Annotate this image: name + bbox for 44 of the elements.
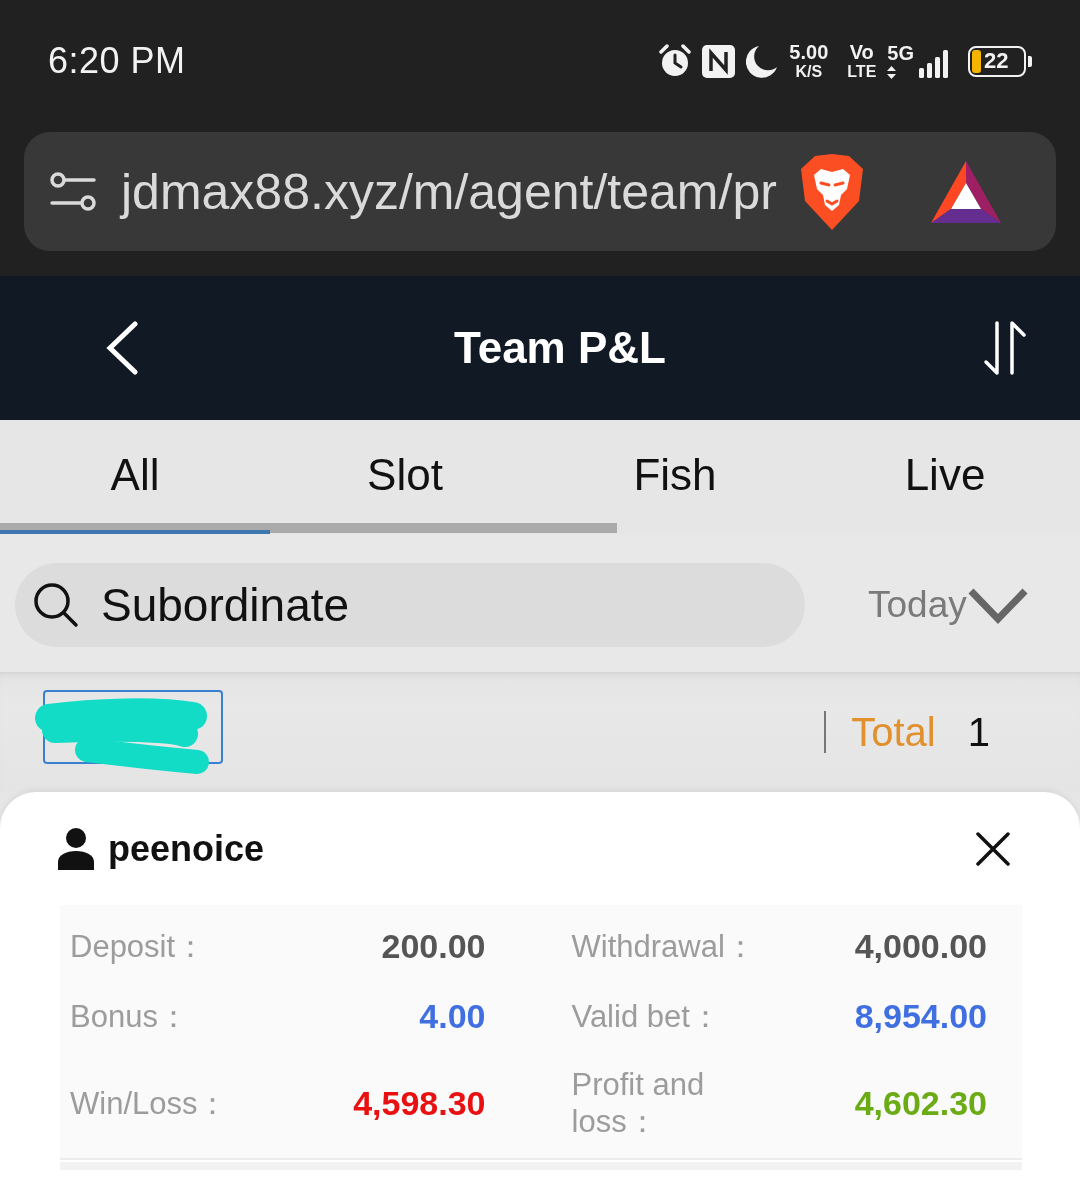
stat-label: Profit and loss： bbox=[571, 1066, 706, 1140]
battery-percent: 22 bbox=[984, 50, 1009, 72]
stat-value: 4,598.30 bbox=[353, 1083, 486, 1123]
settings-sliders-icon[interactable] bbox=[50, 170, 96, 213]
date-dropdown[interactable]: Today bbox=[868, 584, 1029, 626]
battery-fill bbox=[972, 49, 981, 73]
close-icon[interactable] bbox=[976, 832, 1010, 866]
stat-label: Deposit： bbox=[70, 927, 207, 965]
stat-value: 4,602.30 bbox=[854, 1083, 987, 1123]
page-title: Team P&L bbox=[454, 323, 666, 373]
tab[interactable]: Fish bbox=[540, 420, 810, 534]
stat-label: Win/Loss： bbox=[70, 1084, 229, 1122]
stat-label: Valid bet： bbox=[571, 997, 721, 1035]
search-field[interactable]: Subordinate bbox=[15, 563, 805, 647]
stat-label: Withdrawal： bbox=[571, 927, 756, 965]
search-input[interactable]: Subordinate bbox=[101, 577, 805, 633]
sort-icon[interactable] bbox=[982, 320, 1028, 376]
outlined-button[interactable] bbox=[43, 690, 223, 764]
status-time: 6:20 PM bbox=[48, 40, 186, 82]
network-type: 5G bbox=[887, 43, 914, 63]
stat-value: 8,954.00 bbox=[854, 996, 987, 1036]
stat-value: 4,000.00 bbox=[854, 926, 987, 966]
nfc-icon bbox=[702, 44, 736, 78]
lion-shield-icon[interactable] bbox=[799, 152, 865, 231]
triangle-icon[interactable] bbox=[931, 160, 1001, 223]
total-count: 1 bbox=[967, 709, 990, 755]
stat-value: 200.00 bbox=[381, 926, 486, 966]
back-icon[interactable] bbox=[106, 321, 138, 375]
network-speed: 5.00 bbox=[789, 42, 829, 62]
stat-value: 4.00 bbox=[419, 996, 486, 1036]
search-icon bbox=[33, 582, 79, 628]
person-icon bbox=[58, 828, 94, 870]
network-speed-unit: K/S bbox=[795, 64, 823, 80]
username: peenoice bbox=[108, 828, 265, 870]
address-bar[interactable]: jdmax88.xyz/m/agent/team/pr bbox=[24, 132, 1056, 251]
tab[interactable]: Slot bbox=[270, 420, 540, 534]
moon-icon bbox=[746, 44, 779, 78]
data-arrows-icon bbox=[887, 66, 897, 79]
alarm-icon bbox=[659, 44, 692, 78]
tab[interactable]: Live bbox=[810, 420, 1080, 534]
volte-lte-label: LTE bbox=[847, 64, 877, 80]
total-label: Total bbox=[851, 709, 936, 755]
stat-label: Bonus： bbox=[70, 997, 189, 1035]
volte-label: Vo bbox=[849, 42, 874, 62]
